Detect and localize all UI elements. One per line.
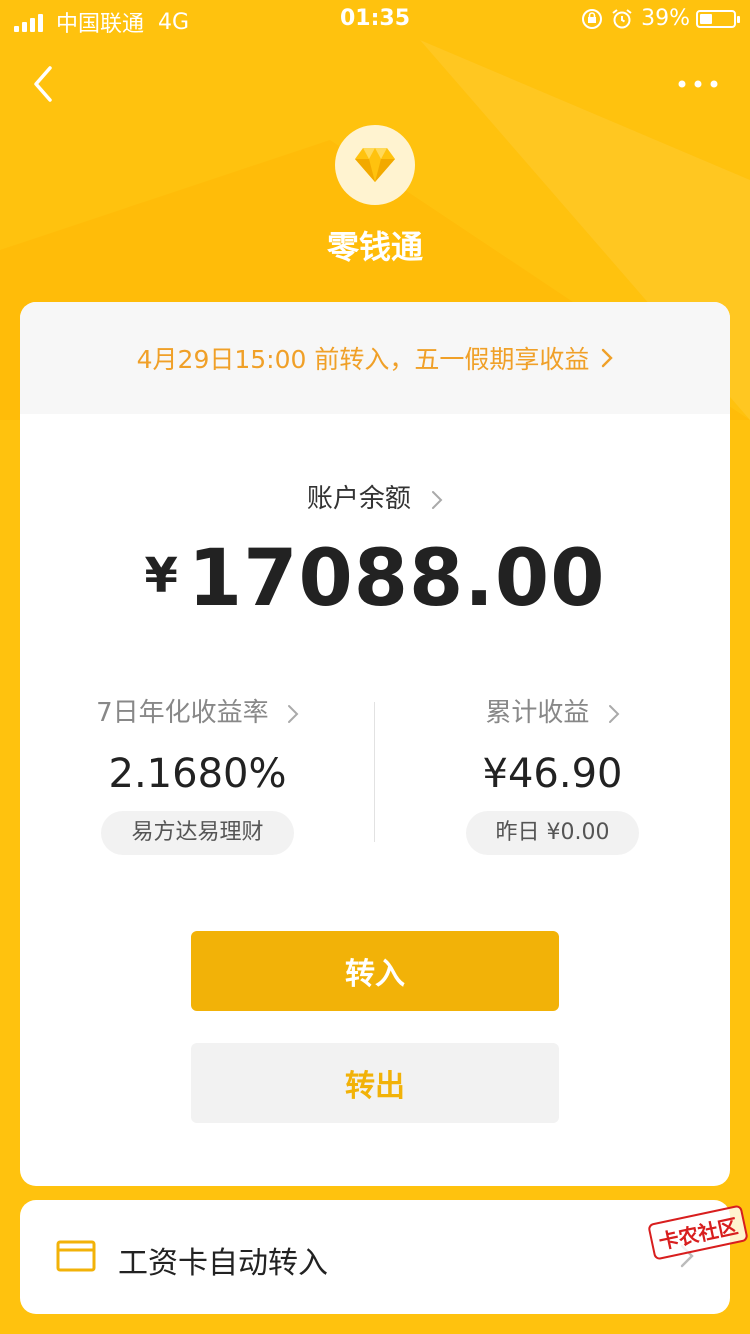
chevron-right-icon [287,704,299,724]
promo-banner[interactable]: 4月29日15:00 前转入，五一假期享收益 [20,302,730,414]
currency-symbol: ¥ [144,548,178,604]
diamond-logo [335,125,415,205]
income-label-link[interactable]: 累计收益 [375,692,730,729]
income-value: ¥46.90 [482,751,623,797]
rotation-lock-icon [581,8,603,30]
transfer-in-button[interactable]: 转入 [191,931,559,1011]
balance-value: 17088.00 [187,534,606,624]
balance-label-link[interactable]: 账户余额 [20,478,730,515]
more-icon[interactable] [676,74,720,94]
yield-label-link[interactable]: 7日年化收益率 [20,692,375,729]
battery-percent: 39% [641,6,690,31]
transfer-out-button[interactable]: 转出 [191,1043,559,1123]
yield-stat: 7日年化收益率 2.1680% 易方达易理财 [20,692,375,855]
income-label: 累计收益 [485,698,590,728]
back-icon[interactable] [26,62,66,106]
yesterday-income-badge: 昨日 ¥0.00 [465,811,640,855]
fund-name-badge[interactable]: 易方达易理财 [101,811,294,855]
status-right: 39% [581,6,740,31]
promo-text: 4月29日15:00 前转入，五一假期享收益 [136,345,590,374]
chevron-right-icon [431,490,443,510]
page-title: 零钱通 [326,228,423,266]
diamond-icon [355,148,395,182]
auto-transfer-row[interactable]: 工资卡自动转入 [20,1200,730,1314]
chevron-right-icon [601,348,614,368]
yield-label: 7日年化收益率 [96,698,269,728]
chevron-right-icon [608,704,620,724]
alarm-icon [611,8,633,30]
battery-level [700,13,713,24]
bank-card-icon [56,1240,96,1276]
balance-label: 账户余额 [306,484,411,514]
balance-card: 4月29日15:00 前转入，五一假期享收益 账户余额 ¥17088.00 7日… [20,302,730,1186]
yield-value: 2.1680% [108,751,287,797]
income-stat: 累计收益 ¥46.90 昨日 ¥0.00 [375,692,730,855]
status-bar: 中国联通 4G 01:35 39% [0,0,750,40]
app-screen: { "status_bar": { "carrier": "中国联通", "ne… [0,0,750,1334]
auto-transfer-label: 工资卡自动转入 [118,1246,328,1281]
battery-icon [696,9,740,28]
balance-amount: ¥17088.00 [20,534,730,624]
